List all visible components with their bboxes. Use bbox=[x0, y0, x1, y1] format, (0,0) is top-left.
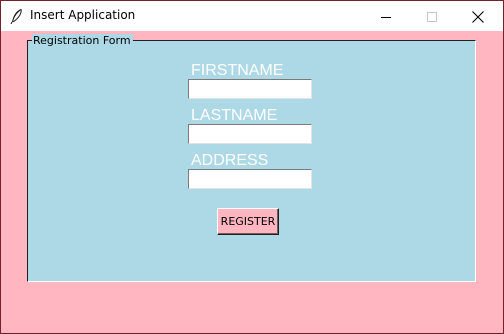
firstname-label: FIRSTNAME bbox=[191, 62, 284, 79]
lastname-label: LASTNAME bbox=[191, 107, 278, 124]
firstname-input[interactable] bbox=[188, 79, 312, 99]
minimize-icon bbox=[381, 16, 391, 18]
feather-icon[interactable] bbox=[10, 8, 24, 25]
maximize-button[interactable] bbox=[409, 2, 455, 31]
address-input[interactable] bbox=[188, 169, 312, 189]
close-icon bbox=[472, 10, 484, 23]
register-button[interactable]: REGISTER bbox=[217, 208, 279, 235]
minimize-button[interactable] bbox=[363, 2, 409, 31]
close-button[interactable] bbox=[455, 2, 501, 31]
maximize-icon bbox=[427, 11, 437, 22]
window-title: Insert Application bbox=[30, 8, 136, 22]
lastname-input[interactable] bbox=[188, 124, 312, 144]
registration-form-legend: Registration Form bbox=[32, 34, 133, 48]
title-bar[interactable]: Insert Application bbox=[1, 1, 503, 31]
address-label: ADDRESS bbox=[191, 152, 269, 169]
